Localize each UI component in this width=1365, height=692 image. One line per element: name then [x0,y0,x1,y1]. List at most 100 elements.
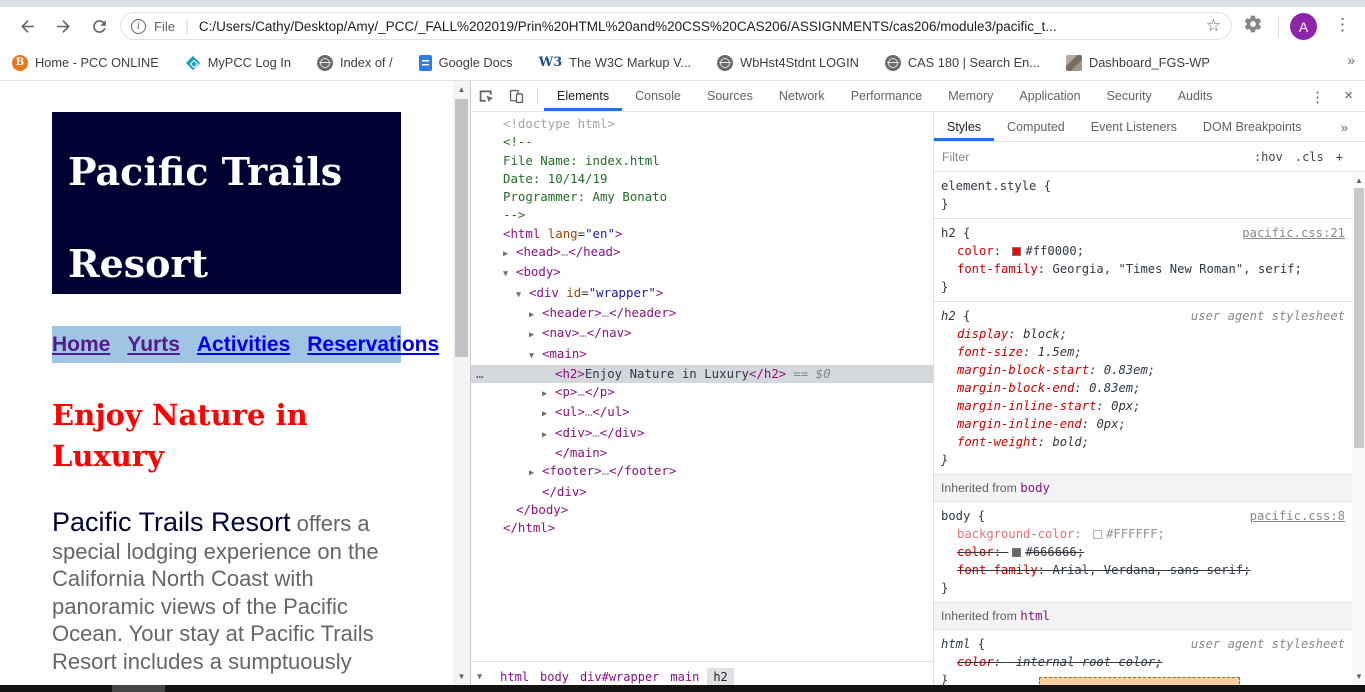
css-property[interactable]: margin-inline-end: 0px; [941,415,1347,433]
color-swatch[interactable] [1012,247,1022,256]
bookmark-mypcc-log-in[interactable]: MyPCC Log In [185,55,291,71]
dom-tree-node[interactable]: ▶ <nav>…</nav> [471,324,933,344]
css-property[interactable]: font-family: Arial, Verdana, sans-serif; [941,561,1347,579]
url-text[interactable]: C:/Users/Cathy/Desktop/Amy/_PCC/_FALL%20… [199,19,1198,34]
sidebar-scrollbar[interactable]: ▲ ▼ [1352,172,1365,692]
styles-filter-input[interactable] [934,149,1204,164]
css-property[interactable]: margin-block-start: 0.83em; [941,361,1347,379]
inherited-from-element[interactable]: body [1020,481,1050,495]
breadcrumb-div-wrapper[interactable]: div#wrapper [580,670,659,684]
devtools-more-icon[interactable]: ⋮ [1310,88,1325,106]
scrollbar-thumb[interactable] [1354,188,1364,448]
bookmark-wbhst4stdnt-login[interactable]: WbHst4Stdnt LOGIN [717,54,859,71]
css-selector[interactable]: h2 [941,309,956,323]
tab-network[interactable]: Network [766,81,838,111]
twisty-icon[interactable]: ▼ [503,265,516,283]
twisty-icon[interactable]: ▼ [529,347,542,365]
dom-tree-node[interactable]: ▶ <header>…</header> [471,304,933,324]
bookmark-dashboard-fgs-wp[interactable]: Dashboard_FGS-WP [1065,54,1210,71]
dom-tree-node[interactable]: <html lang="en"> [471,225,933,243]
breadcrumb-main[interactable]: main [670,670,699,684]
dom-tree-node[interactable]: ▶ <div>…</div> [471,424,933,444]
dom-tree-node[interactable]: File Name: index.html [471,152,933,170]
css-property[interactable]: color: #ff0000; [941,242,1347,260]
css-property[interactable]: color: #666666; [941,543,1347,561]
scroll-down-icon[interactable]: ▼ [453,668,470,684]
back-button[interactable] [12,11,42,41]
scrollbar-thumb[interactable] [455,99,468,357]
scroll-up-icon[interactable]: ▲ [1352,172,1365,188]
dom-tree-node[interactable]: </main> [471,444,933,462]
twisty-icon[interactable]: ▼ [516,286,529,304]
dom-tree-node[interactable]: <!-- [471,133,933,151]
bookmark-the-w3c-markup-v[interactable]: W3 The W3C Markup V... [539,55,692,71]
css-property[interactable]: margin-block-end: 0.83em; [941,379,1347,397]
dom-tree-node[interactable]: </html> [471,519,933,537]
twisty-icon[interactable]: ▶ [529,464,542,482]
twisty-icon[interactable]: ▶ [542,405,555,423]
dom-tree-node[interactable]: Date: 10/14/19 [471,170,933,188]
filter-control-[interactable]: + [1336,150,1343,164]
twisty-icon[interactable]: ▶ [542,385,555,403]
breadcrumb-h2[interactable]: h2 [707,668,734,686]
stylesheet-origin[interactable]: pacific.css:21 [1242,224,1345,242]
css-selector[interactable]: html [941,637,970,651]
bookmark-star-icon[interactable]: ☆ [1206,16,1221,36]
forward-button[interactable] [48,11,78,41]
dom-tree-node[interactable]: </div> [471,483,933,501]
tab-sources[interactable]: Sources [694,81,766,111]
inspect-element-icon[interactable] [471,81,501,111]
page-info-icon[interactable]: i [131,18,146,34]
dom-tree-node[interactable]: Programmer: Amy Bonato [471,188,933,206]
dom-tree-node[interactable]: ▼ <div id="wrapper"> [471,284,933,304]
nav-link-yurts[interactable]: Yurts [127,333,180,356]
page-scrollbar[interactable]: ▲ ▼ [453,81,470,692]
breadcrumb-body[interactable]: body [540,670,569,684]
scroll-down-icon[interactable]: ▼ [1352,668,1365,684]
breadcrumb-caret-icon[interactable]: ▼ [477,672,482,682]
tab-audits[interactable]: Audits [1165,81,1226,111]
css-property[interactable]: color: -internal-root-color; [941,653,1347,671]
scroll-up-icon[interactable]: ▲ [453,81,470,97]
tab-performance[interactable]: Performance [838,81,936,111]
css-selector[interactable]: h2 [941,226,956,240]
nav-link-reservations[interactable]: Reservations [307,333,439,356]
tab-security[interactable]: Security [1094,81,1165,111]
css-property[interactable]: font-weight: bold; [941,433,1347,451]
tab-application[interactable]: Application [1006,81,1093,111]
device-toolbar-icon[interactable] [501,81,531,111]
bookmark-cas-180-search-en[interactable]: CAS 180 | Search En... [884,54,1040,71]
nav-link-home[interactable]: Home [52,333,110,356]
breadcrumb-html[interactable]: html [500,670,529,684]
css-property[interactable]: display: block; [941,325,1347,343]
tab-memory[interactable]: Memory [935,81,1006,111]
address-bar[interactable]: i File | C:/Users/Cathy/Desktop/Amy/_PCC… [120,12,1232,40]
sidebar-tab-event-listeners[interactable]: Event Listeners [1078,112,1190,141]
dom-tree-node[interactable]: ▶ <ul>…</ul> [471,403,933,423]
dom-tree-node[interactable]: --> [471,206,933,224]
filter-control-hov[interactable]: :hov [1254,150,1283,164]
nav-link-activities[interactable]: Activities [197,333,290,356]
sidebar-tabs-overflow-icon[interactable]: » [1341,120,1348,135]
sidebar-tab-computed[interactable]: Computed [994,112,1078,141]
bookmark-index-of[interactable]: Index of / [316,54,393,71]
dom-tree-node[interactable]: ▶ <footer>…</footer> [471,462,933,482]
twisty-icon[interactable]: ▶ [529,326,542,344]
sidebar-tab-dom-breakpoints[interactable]: DOM Breakpoints [1190,112,1315,141]
dom-tree-node[interactable]: ▼ <body> [471,263,933,283]
extension-gear-icon[interactable] [1243,14,1269,40]
stylesheet-origin[interactable]: pacific.css:8 [1250,507,1345,525]
bookmark-google-docs[interactable]: Google Docs [418,54,513,71]
dom-tree-node[interactable]: ▶ <p>…</p> [471,383,933,403]
css-property[interactable]: font-family: Georgia, "Times New Roman",… [941,260,1347,278]
twisty-icon[interactable]: ▶ [529,306,542,324]
css-selector[interactable]: element.style [941,179,1036,193]
twisty-icon[interactable]: ▶ [542,426,555,444]
inherited-from-element[interactable]: html [1020,609,1050,623]
bookmark-home-pcc-online[interactable]: B Home - PCC ONLINE [12,54,159,71]
tab-elements[interactable]: Elements [544,81,622,111]
dom-tree-node[interactable]: ▼ <main> [471,345,933,365]
twisty-icon[interactable]: ▶ [503,245,516,263]
css-property[interactable]: margin-inline-start: 0px; [941,397,1347,415]
dom-tree-node[interactable]: </body> [471,501,933,519]
